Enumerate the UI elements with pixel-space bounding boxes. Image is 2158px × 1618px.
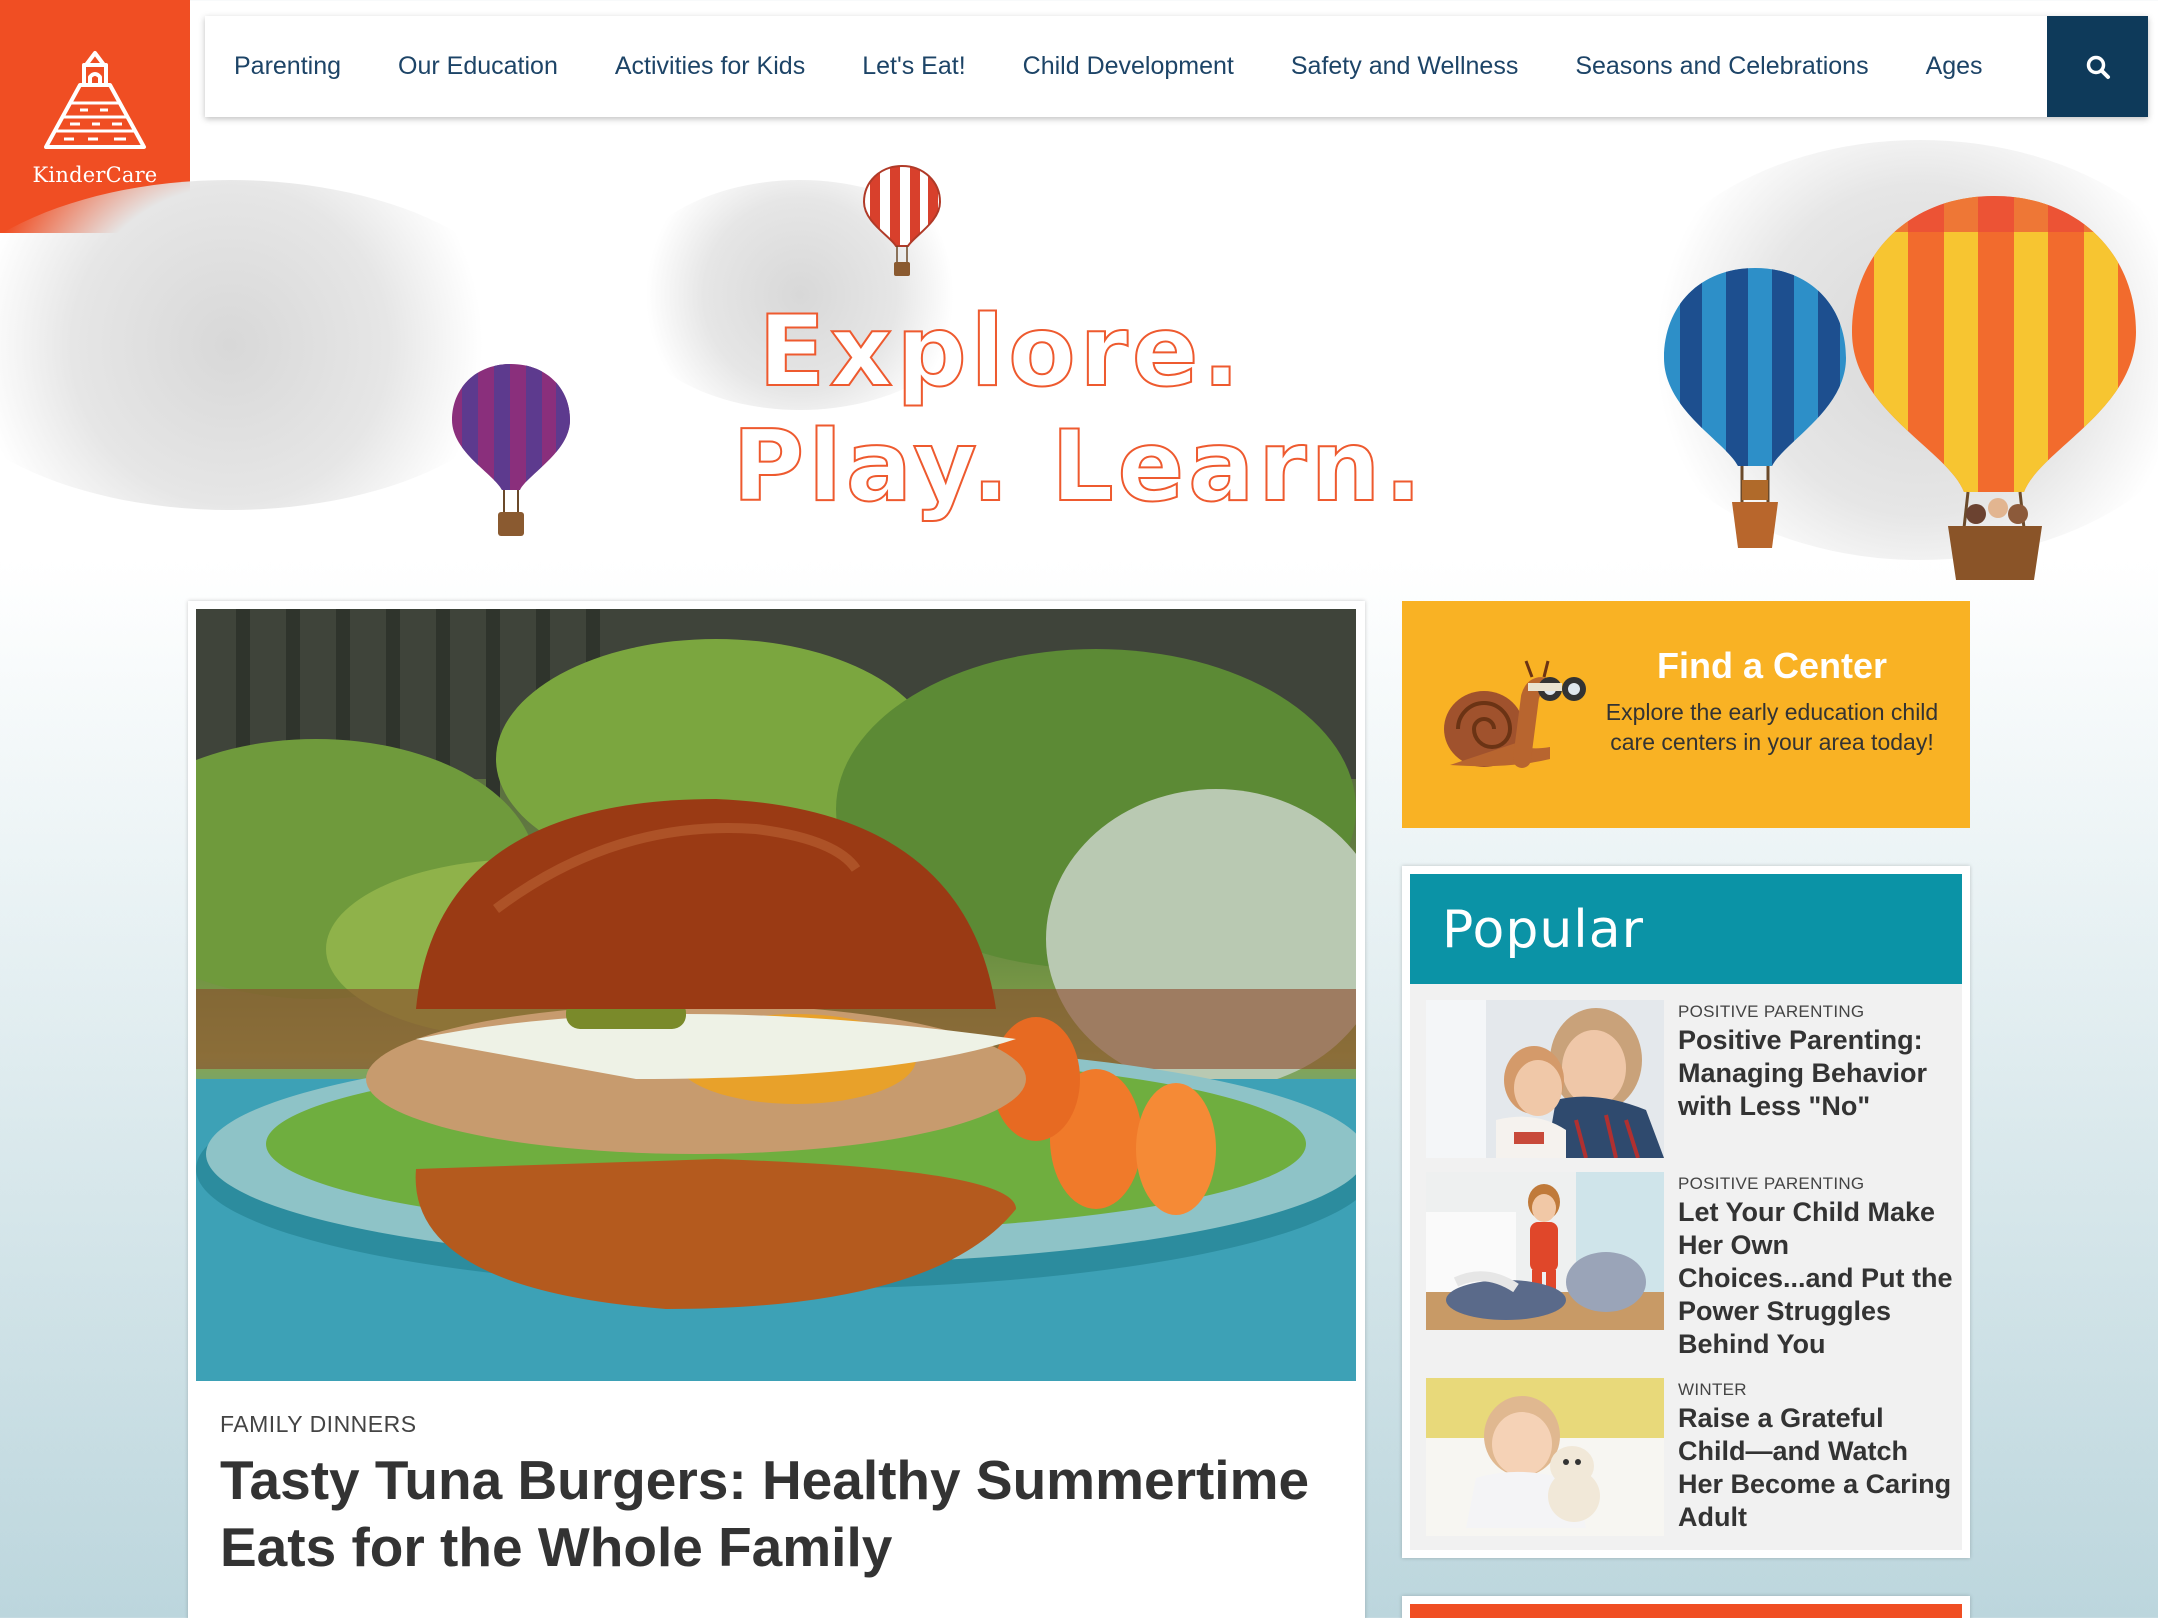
mother-child-thumbnail[interactable] (1426, 1000, 1664, 1158)
nav-item-child-development[interactable]: Child Development (1023, 52, 1234, 81)
child-with-toy-thumbnail[interactable] (1426, 1378, 1664, 1536)
tuna-burger-photo[interactable] (196, 609, 1356, 1381)
popular-item[interactable]: POSITIVE PARENTING Positive Parenting: M… (1426, 1000, 1956, 1160)
red-hot-air-balloon-icon (862, 164, 942, 276)
next-widget-peek (1402, 1596, 1970, 1618)
popular-widget: Popular POSITIVE PARENTING Positive Pare… (1402, 866, 1970, 1558)
nav-item-lets-eat[interactable]: Let's Eat! (862, 52, 965, 81)
popular-item-title[interactable]: Positive Parenting: Managing Behavior wi… (1678, 1024, 1958, 1123)
popular-item-category: POSITIVE PARENTING (1678, 1002, 1865, 1021)
nav-item-seasons-and-celebrations[interactable]: Seasons and Celebrations (1575, 52, 1868, 81)
find-a-center-banner[interactable]: Find a Center Explore the early educatio… (1402, 601, 1970, 828)
article-category[interactable]: FAMILY DINNERS (220, 1411, 417, 1438)
popular-item-title[interactable]: Let Your Child Make Her Own Choices...an… (1678, 1196, 1958, 1361)
featured-article-card[interactable]: FAMILY DINNERS Tasty Tuna Burgers: Healt… (188, 601, 1365, 1618)
child-choosing-clothes-thumbnail[interactable] (1426, 1172, 1664, 1330)
burger-illustration (196, 609, 1356, 1381)
search-button[interactable] (2047, 16, 2148, 117)
main-navigation: Parenting Our Education Activities for K… (205, 16, 2148, 117)
nav-item-safety-and-wellness[interactable]: Safety and Wellness (1291, 52, 1518, 81)
popular-item[interactable]: WINTER Raise a Grateful Child—and Watch … (1426, 1378, 1956, 1538)
nav-item-our-education[interactable]: Our Education (398, 52, 558, 81)
popular-item[interactable]: POSITIVE PARENTING Let Your Child Make H… (1426, 1172, 1956, 1372)
nav-item-parenting[interactable]: Parenting (234, 52, 341, 81)
nav-item-ages[interactable]: Ages (1926, 52, 1983, 81)
find-center-description: Explore the early education child care c… (1605, 699, 1939, 755)
nav-menu: Parenting Our Education Activities for K… (205, 52, 2047, 81)
find-center-title[interactable]: Find a Center (1602, 645, 1942, 687)
nav-item-activities-for-kids[interactable]: Activities for Kids (615, 52, 805, 81)
popular-item-category: POSITIVE PARENTING (1678, 1174, 1865, 1193)
hero-headline-line1: Explore. (757, 294, 1244, 410)
popular-list: POSITIVE PARENTING Positive Parenting: M… (1410, 984, 1962, 1550)
mother-child-image (1426, 1000, 1664, 1158)
popular-header: Popular (1410, 874, 1962, 984)
child-clothes-image (1426, 1172, 1664, 1330)
popular-item-category: WINTER (1678, 1380, 1747, 1399)
child-toy-image (1426, 1378, 1664, 1536)
snail-with-binoculars-icon (1444, 660, 1586, 768)
article-title[interactable]: Tasty Tuna Burgers: Healthy Summertime E… (220, 1447, 1330, 1581)
popular-item-title[interactable]: Raise a Grateful Child—and Watch Her Bec… (1678, 1402, 1958, 1534)
hero-headline-line2: Play. Learn. (731, 409, 1426, 525)
popular-title: Popular (1442, 900, 1644, 960)
search-icon (2086, 55, 2110, 79)
hero-banner: Explore. Play. Learn. (0, 120, 2158, 600)
next-widget-header (1410, 1604, 1962, 1618)
